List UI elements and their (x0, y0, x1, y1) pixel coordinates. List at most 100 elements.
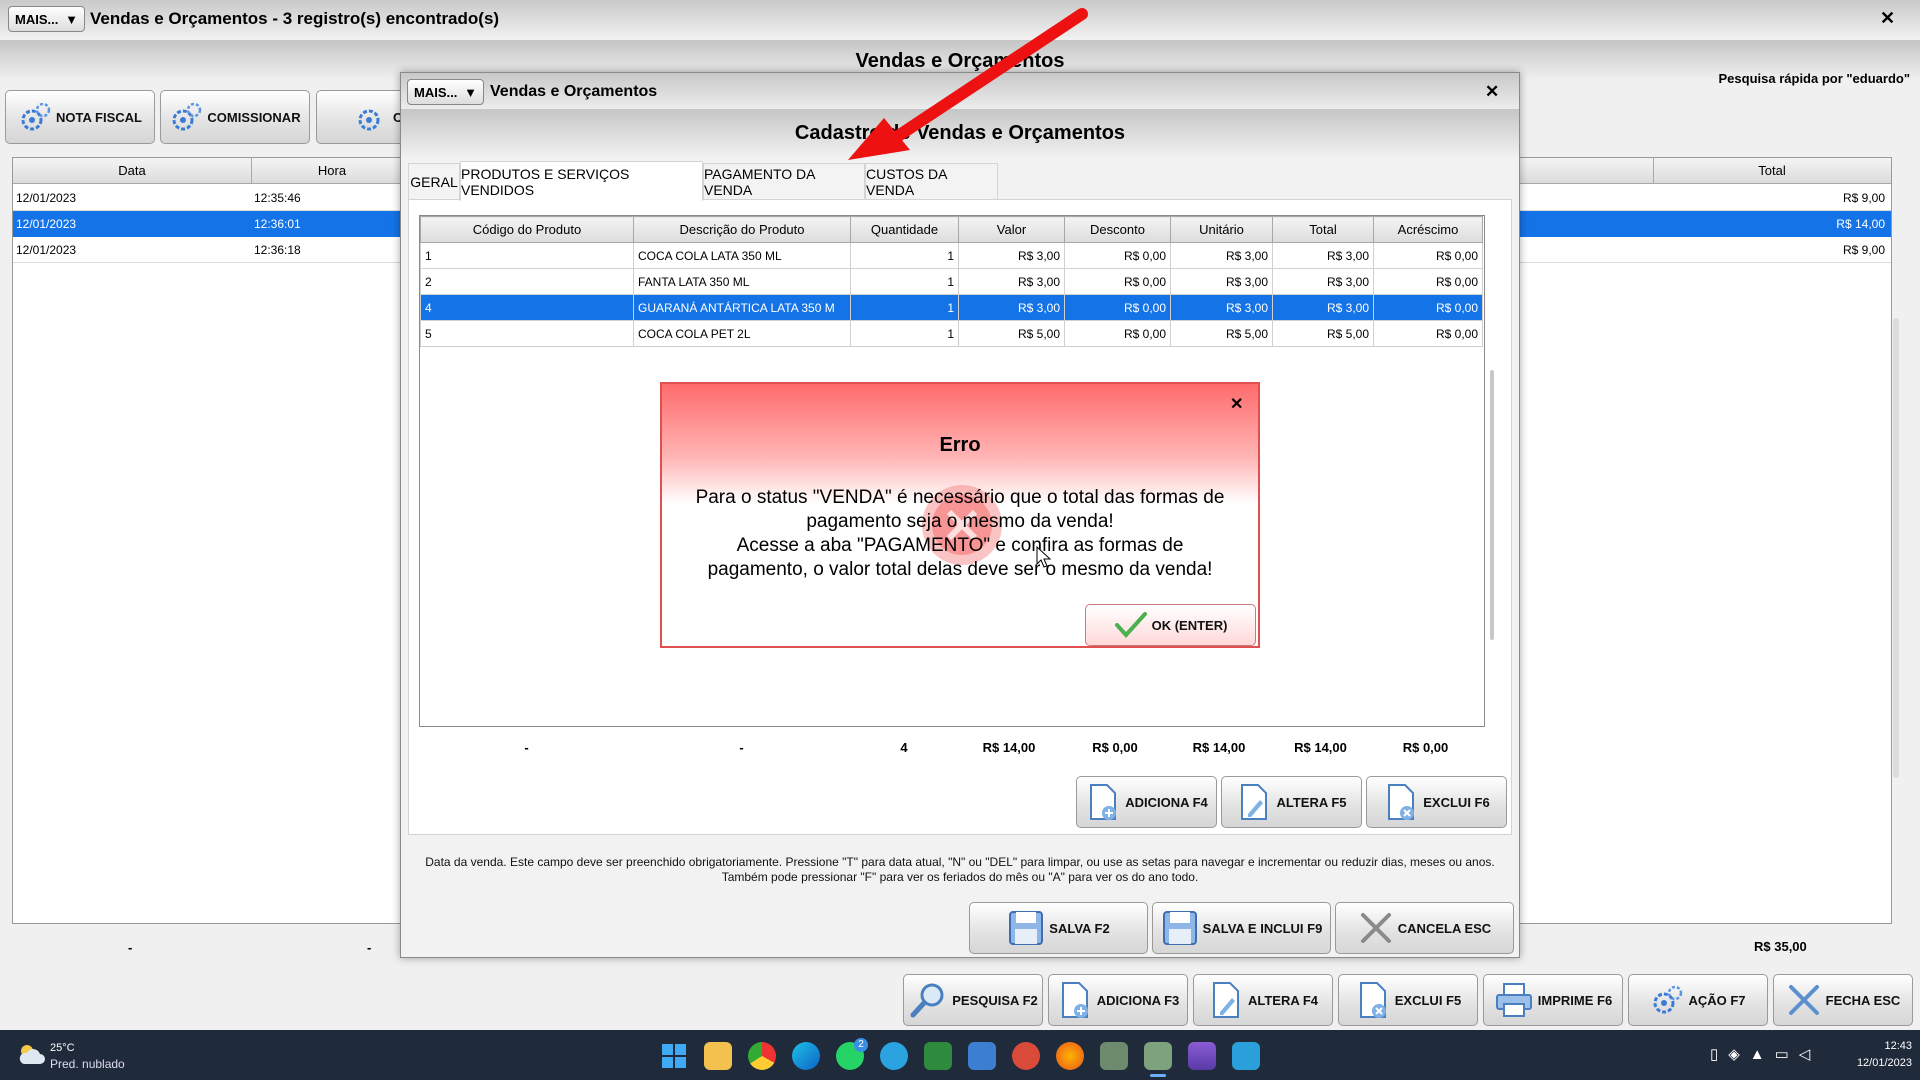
col-desconto-header[interactable]: Desconto (1064, 216, 1171, 243)
col-codigo-header[interactable]: Código do Produto (420, 216, 634, 243)
main-scrollbar[interactable] (1893, 318, 1899, 778)
start-windows-icon[interactable] (660, 1042, 688, 1070)
error-line: Para o status "VENDA" é necessário que o… (695, 487, 1225, 508)
col-total-header[interactable]: Total (1654, 163, 1890, 178)
exclui-button[interactable]: EXCLUI F5 (1338, 974, 1478, 1026)
col-quantidade-header[interactable]: Quantidade (850, 216, 959, 243)
cell-valor: R$ 3,00 (958, 294, 1065, 321)
weather-desc: Pred. nublado (50, 1057, 125, 1071)
cell-quantidade: 1 (850, 268, 959, 295)
table-row[interactable]: 2 FANTA LATA 350 ML 1 R$ 3,00 R$ 0,00 R$ 3,00… (420, 268, 1483, 295)
dialog-mais-menu[interactable]: MAIS... ▼ (407, 79, 484, 105)
total-unitario: R$ 14,00 (1192, 740, 1246, 755)
cell-codigo: 4 (420, 294, 634, 321)
add-document-icon (1090, 784, 1117, 820)
clock-date[interactable]: 12/01/2023 (1830, 1057, 1912, 1069)
table-row-selected[interactable]: 4 GUARANÁ ANTÁRTICA LATA 350 M 1 R$ 3,00 R$ … (420, 294, 1483, 321)
floppy-disk-icon (1009, 911, 1044, 945)
cell-acrescimo: R$ 0,00 (1373, 294, 1483, 321)
tab-label: CUSTOS DA VENDA (866, 165, 947, 198)
cell-unitario: R$ 5,00 (1170, 320, 1273, 347)
error-line: Acesse a aba "PAGAMENTO" e confira as fo… (736, 535, 1184, 556)
main-close-icon[interactable]: ✕ (1880, 8, 1895, 29)
cell-codigo: 5 (420, 320, 634, 347)
spreadsheet-icon[interactable] (924, 1042, 952, 1070)
gear-icon (21, 102, 51, 131)
purple-app-icon[interactable] (1188, 1042, 1216, 1070)
remote-desktop-icon[interactable] (968, 1042, 996, 1070)
cell-acrescimo: R$ 0,00 (1373, 268, 1483, 295)
col-unitario-header[interactable]: Unitário (1170, 216, 1273, 243)
fecha-label: FECHA ESC (1825, 992, 1901, 1008)
col-hora-header[interactable]: Hora (252, 163, 412, 178)
col-total-header[interactable]: Total (1272, 216, 1374, 243)
cell-acrescimo: R$ 0,00 (1373, 320, 1483, 347)
cell-unitario: R$ 3,00 (1170, 294, 1273, 321)
printer-icon (1495, 983, 1532, 1017)
ok-button[interactable]: OK (ENTER) (1085, 604, 1256, 646)
weather-cloud-icon[interactable] (16, 1042, 46, 1066)
cell-unitario: R$ 3,00 (1170, 268, 1273, 295)
table-row[interactable]: 5 COCA COLA PET 2L 1 R$ 5,00 R$ 0,00 R$ 5,00 R… (420, 320, 1483, 347)
dialog-close-icon[interactable]: ✕ (1485, 82, 1499, 102)
delete-document-icon (1388, 784, 1415, 820)
error-close-icon[interactable]: ✕ (1230, 394, 1243, 414)
dropdown-arrow-icon: ▼ (65, 11, 78, 27)
main-mais-menu[interactable]: MAIS... ▼ (8, 6, 85, 32)
cell-codigo: 2 (420, 268, 634, 295)
red-arrow-annotation-icon (848, 8, 1088, 160)
tray-icons[interactable]: ▯◈▲▭◁ (1710, 1045, 1820, 1063)
tab-produtos[interactable]: PRODUTOS E SERVIÇOS VENDIDOS (460, 161, 703, 201)
delete-item-button[interactable]: EXCLUI F6 (1366, 776, 1507, 828)
blue-window-icon[interactable] (1232, 1042, 1260, 1070)
cell-codigo: 1 (420, 242, 634, 269)
col-data-header[interactable]: Data (13, 163, 251, 178)
cell-desconto: R$ 0,00 (1064, 268, 1171, 295)
chrome-icon[interactable] (748, 1042, 776, 1070)
weather-temp: 25°C (50, 1042, 75, 1054)
comissionar-button[interactable]: COMISSIONAR (160, 90, 310, 144)
imprime-label: IMPRIME F6 (1537, 992, 1613, 1008)
col-valor-header[interactable]: Valor (958, 216, 1065, 243)
add-item-button[interactable]: ADICIONA F4 (1076, 776, 1217, 828)
table-row[interactable]: 1 COCA COLA LATA 350 ML 1 R$ 3,00 R$ 0,00 R$ … (420, 242, 1483, 269)
pesquisa-label: PESQUISA F2 (952, 992, 1038, 1008)
cell-valor: R$ 5,00 (958, 320, 1065, 347)
check-icon (1114, 612, 1147, 638)
salva-button[interactable]: SALVA F2 (969, 902, 1148, 954)
edit-item-button[interactable]: ALTERA F5 (1221, 776, 1362, 828)
mouse-cursor-icon (1036, 546, 1052, 568)
erp-app-icon[interactable] (1100, 1042, 1128, 1070)
col-acrescimo-header[interactable]: Acréscimo (1373, 216, 1483, 243)
pesquisa-button[interactable]: PESQUISA F2 (903, 974, 1043, 1026)
add-document-icon (1061, 982, 1088, 1018)
firefox-icon[interactable] (1056, 1042, 1084, 1070)
altera-label: ALTERA F4 (1247, 992, 1319, 1008)
clock-time[interactable]: 12:43 (1840, 1040, 1912, 1052)
file-explorer-icon[interactable] (704, 1042, 732, 1070)
cell-descricao: FANTA LATA 350 ML (633, 268, 851, 295)
acao-button[interactable]: AÇÃO F7 (1628, 974, 1768, 1026)
magnifier-icon (910, 983, 944, 1018)
imprime-button[interactable]: IMPRIME F6 (1483, 974, 1623, 1026)
nota-fiscal-label: NOTA FISCAL (56, 109, 142, 125)
delete-item-label: EXCLUI F6 (1423, 794, 1490, 810)
add-item-label: ADICIONA F4 (1125, 794, 1208, 810)
tab-geral[interactable]: GERAL (408, 163, 460, 199)
error-message: Para o status "VENDA" é necessário que o… (662, 486, 1258, 582)
cell-valor: R$ 3,00 (958, 268, 1065, 295)
salva-inclui-button[interactable]: SALVA E INCLUI F9 (1152, 902, 1331, 954)
col-descricao-header[interactable]: Descrição do Produto (633, 216, 851, 243)
adiciona-button[interactable]: ADICIONA F3 (1048, 974, 1188, 1026)
products-scrollbar[interactable] (1490, 370, 1494, 640)
telegram-icon[interactable] (880, 1042, 908, 1070)
edge-icon[interactable] (792, 1042, 820, 1070)
nota-fiscal-button[interactable]: NOTA FISCAL (5, 90, 155, 144)
app-red-icon[interactable] (1012, 1042, 1040, 1070)
erp-app-active-icon[interactable] (1144, 1042, 1172, 1070)
altera-button[interactable]: ALTERA F4 (1193, 974, 1333, 1026)
fecha-button[interactable]: FECHA ESC (1773, 974, 1913, 1026)
footer-dash: - (128, 940, 133, 955)
adiciona-label: ADICIONA F3 (1096, 992, 1180, 1008)
cancela-button[interactable]: CANCELA ESC (1335, 902, 1514, 954)
